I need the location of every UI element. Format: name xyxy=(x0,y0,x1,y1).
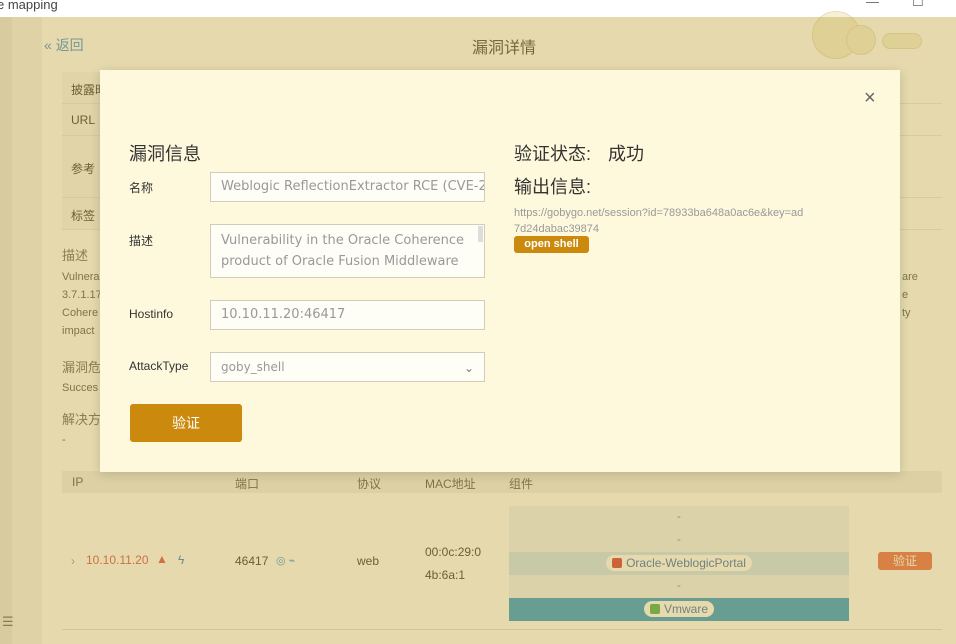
hostinfo-field[interactable]: 10.10.11.20:46417 xyxy=(210,300,485,330)
name-label: 名称 xyxy=(129,181,154,195)
verify-modal: × 漏洞信息 名称 Weblogic ReflectionExtractor R… xyxy=(100,70,900,472)
vuln-info-title: 漏洞信息 xyxy=(129,144,201,164)
desc-label: 描述 xyxy=(129,234,154,248)
output-url: https://gobygo.net/session?id=78933ba648… xyxy=(514,207,804,235)
status-label: 验证状态: xyxy=(514,144,592,164)
desc-field[interactable]: Vulnerability in the Oracle Coherence pr… xyxy=(210,224,485,278)
status-value: 成功 xyxy=(608,144,644,164)
close-icon[interactable]: × xyxy=(864,88,876,108)
open-shell-button[interactable]: open shell xyxy=(514,236,589,253)
verify-button[interactable]: 验证 xyxy=(130,404,242,442)
attacktype-label: AttackType xyxy=(129,359,189,373)
chevron-down-icon: ⌄ xyxy=(463,361,474,375)
attacktype-select[interactable]: goby_shell ⌄ xyxy=(210,352,485,382)
scrollbar[interactable] xyxy=(478,226,483,242)
output-label: 输出信息: xyxy=(514,177,592,197)
window-titlebar: e mapping — ☐ xyxy=(0,0,956,17)
name-field[interactable]: Weblogic ReflectionExtractor RCE (CVE-2 xyxy=(210,172,485,202)
maximize-button[interactable]: ☐ xyxy=(912,0,924,10)
attacktype-value: goby_shell xyxy=(221,360,285,374)
window-title: e mapping xyxy=(0,0,58,12)
minimize-button[interactable]: — xyxy=(866,0,879,9)
desc-text: Vulnerability in the Oracle Coherence pr… xyxy=(221,233,465,269)
hostinfo-label: Hostinfo xyxy=(129,307,174,321)
